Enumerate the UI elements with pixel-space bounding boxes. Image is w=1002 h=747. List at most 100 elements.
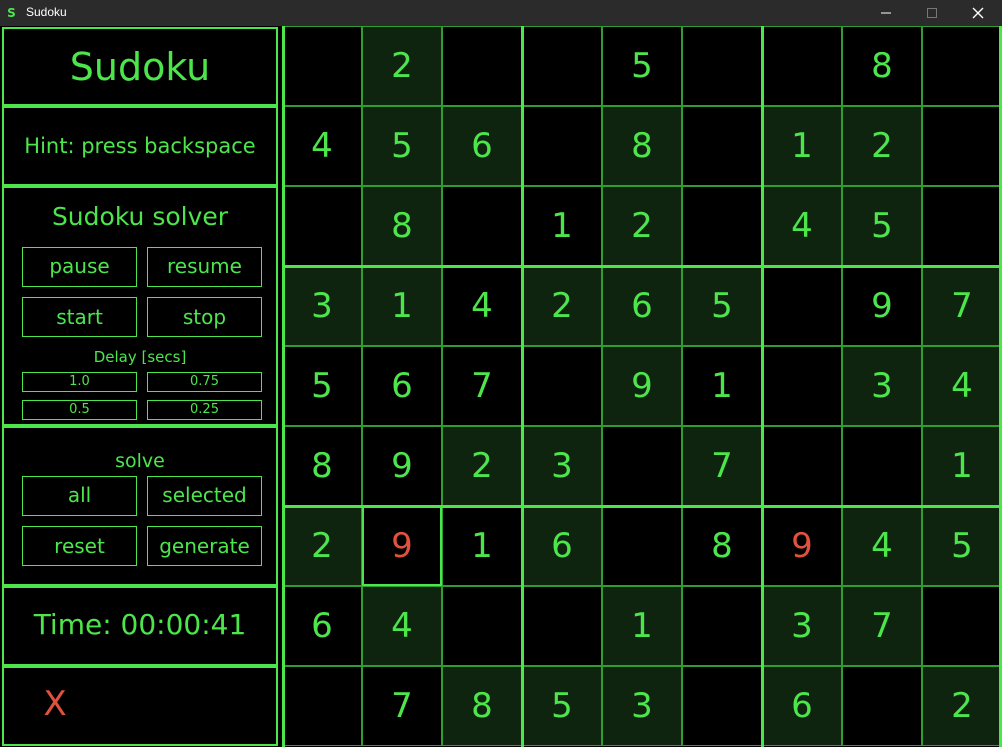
sudoku-cell-r8c1[interactable]: 6 [282, 586, 362, 666]
sudoku-cell-r9c7[interactable]: 6 [762, 666, 842, 746]
sudoku-cell-r9c9[interactable]: 2 [922, 666, 1002, 746]
sudoku-cell-r5c3[interactable]: 7 [442, 346, 522, 426]
sudoku-cell-r2c3[interactable]: 6 [442, 106, 522, 186]
sudoku-cell-r2c1[interactable]: 4 [282, 106, 362, 186]
sudoku-cell-r6c1[interactable]: 8 [282, 426, 362, 506]
sudoku-cell-r9c4[interactable]: 5 [522, 666, 602, 746]
sudoku-cell-r1c9[interactable] [922, 26, 1002, 106]
sudoku-cell-r6c3[interactable]: 2 [442, 426, 522, 506]
box-divider-vertical [761, 26, 764, 747]
sudoku-cell-r9c8[interactable] [842, 666, 922, 746]
sudoku-cell-r8c4[interactable] [522, 586, 602, 666]
sudoku-cell-r4c4[interactable]: 2 [522, 266, 602, 346]
sudoku-cell-r5c6[interactable]: 1 [682, 346, 762, 426]
sudoku-cell-r3c8[interactable]: 5 [842, 186, 922, 266]
sudoku-cell-r1c5[interactable]: 5 [602, 26, 682, 106]
sudoku-cell-r5c7[interactable] [762, 346, 842, 426]
sudoku-cell-r7c4[interactable]: 6 [522, 506, 602, 586]
solve-all-button[interactable]: all [22, 476, 137, 516]
sudoku-cell-r7c1[interactable]: 2 [282, 506, 362, 586]
sudoku-cell-r7c5[interactable] [602, 506, 682, 586]
sudoku-cell-r6c9[interactable]: 1 [922, 426, 1002, 506]
minimize-button[interactable] [863, 0, 909, 26]
sudoku-cell-r5c4[interactable] [522, 346, 602, 426]
sudoku-cell-r8c8[interactable]: 7 [842, 586, 922, 666]
sudoku-cell-r1c7[interactable] [762, 26, 842, 106]
app-icon: S [4, 5, 19, 20]
sudoku-cell-r9c2[interactable]: 7 [362, 666, 442, 746]
sudoku-cell-r4c2[interactable]: 1 [362, 266, 442, 346]
sudoku-cell-r5c1[interactable]: 5 [282, 346, 362, 426]
delay-option-1[interactable]: 1.0 [22, 372, 137, 392]
sudoku-cell-r4c7[interactable] [762, 266, 842, 346]
sudoku-cell-r7c9[interactable]: 5 [922, 506, 1002, 586]
sudoku-cell-r6c5[interactable] [602, 426, 682, 506]
sudoku-cell-r5c5[interactable]: 9 [602, 346, 682, 426]
sudoku-cell-r6c7[interactable] [762, 426, 842, 506]
sudoku-cell-r6c2[interactable]: 9 [362, 426, 442, 506]
sudoku-cell-r4c6[interactable]: 5 [682, 266, 762, 346]
sudoku-cell-r8c6[interactable] [682, 586, 762, 666]
sudoku-cell-r3c7[interactable]: 4 [762, 186, 842, 266]
sudoku-cell-r8c2[interactable]: 4 [362, 586, 442, 666]
stop-button[interactable]: stop [147, 297, 262, 337]
solve-selected-button[interactable]: selected [147, 476, 262, 516]
maximize-button[interactable] [909, 0, 955, 26]
sudoku-cell-r1c8[interactable]: 8 [842, 26, 922, 106]
sudoku-cell-r9c1[interactable] [282, 666, 362, 746]
reset-button[interactable]: reset [22, 526, 137, 566]
sudoku-cell-r5c9[interactable]: 4 [922, 346, 1002, 426]
sudoku-cell-r1c4[interactable] [522, 26, 602, 106]
sudoku-cell-r3c9[interactable] [922, 186, 1002, 266]
sudoku-cell-r8c9[interactable] [922, 586, 1002, 666]
sudoku-cell-r1c2[interactable]: 2 [362, 26, 442, 106]
sudoku-cell-r6c6[interactable]: 7 [682, 426, 762, 506]
sudoku-cell-r7c2[interactable]: 9 [362, 506, 442, 586]
sudoku-cell-r2c9[interactable] [922, 106, 1002, 186]
sudoku-cell-r2c2[interactable]: 5 [362, 106, 442, 186]
close-button[interactable] [955, 0, 1001, 26]
exit-x-icon[interactable]: X [40, 684, 70, 724]
resume-button[interactable]: resume [147, 247, 262, 287]
start-button[interactable]: start [22, 297, 137, 337]
sudoku-cell-r3c6[interactable] [682, 186, 762, 266]
sudoku-cell-r7c3[interactable]: 1 [442, 506, 522, 586]
sudoku-cell-r1c6[interactable] [682, 26, 762, 106]
sudoku-cell-r1c3[interactable] [442, 26, 522, 106]
sudoku-cell-r7c8[interactable]: 4 [842, 506, 922, 586]
sudoku-cell-r4c5[interactable]: 6 [602, 266, 682, 346]
delay-option-4[interactable]: 0.25 [147, 400, 262, 420]
sudoku-cell-r3c2[interactable]: 8 [362, 186, 442, 266]
sudoku-cell-r2c8[interactable]: 2 [842, 106, 922, 186]
sudoku-cell-r4c1[interactable]: 3 [282, 266, 362, 346]
sudoku-cell-r5c8[interactable]: 3 [842, 346, 922, 426]
sudoku-cell-r3c1[interactable] [282, 186, 362, 266]
sudoku-cell-r4c3[interactable]: 4 [442, 266, 522, 346]
sudoku-cell-r7c6[interactable]: 8 [682, 506, 762, 586]
sudoku-cell-r4c8[interactable]: 9 [842, 266, 922, 346]
sudoku-cell-r7c7[interactable]: 9 [762, 506, 842, 586]
sudoku-cell-r2c7[interactable]: 1 [762, 106, 842, 186]
sudoku-cell-r6c8[interactable] [842, 426, 922, 506]
heading-box: Sudoku [2, 27, 278, 106]
sudoku-cell-r3c5[interactable]: 2 [602, 186, 682, 266]
sudoku-cell-r8c7[interactable]: 3 [762, 586, 842, 666]
sudoku-cell-r5c2[interactable]: 6 [362, 346, 442, 426]
sudoku-cell-r2c5[interactable]: 8 [602, 106, 682, 186]
sudoku-cell-r9c3[interactable]: 8 [442, 666, 522, 746]
sudoku-cell-r8c3[interactable] [442, 586, 522, 666]
sudoku-cell-r2c6[interactable] [682, 106, 762, 186]
sudoku-cell-r9c5[interactable]: 3 [602, 666, 682, 746]
sudoku-cell-r6c4[interactable]: 3 [522, 426, 602, 506]
delay-option-2[interactable]: 0.75 [147, 372, 262, 392]
sudoku-cell-r8c5[interactable]: 1 [602, 586, 682, 666]
sudoku-cell-r1c1[interactable] [282, 26, 362, 106]
sudoku-cell-r2c4[interactable] [522, 106, 602, 186]
sudoku-cell-r4c9[interactable]: 7 [922, 266, 1002, 346]
generate-button[interactable]: generate [147, 526, 262, 566]
sudoku-cell-r3c3[interactable] [442, 186, 522, 266]
sudoku-cell-r9c6[interactable] [682, 666, 762, 746]
delay-option-3[interactable]: 0.5 [22, 400, 137, 420]
pause-button[interactable]: pause [22, 247, 137, 287]
sudoku-cell-r3c4[interactable]: 1 [522, 186, 602, 266]
